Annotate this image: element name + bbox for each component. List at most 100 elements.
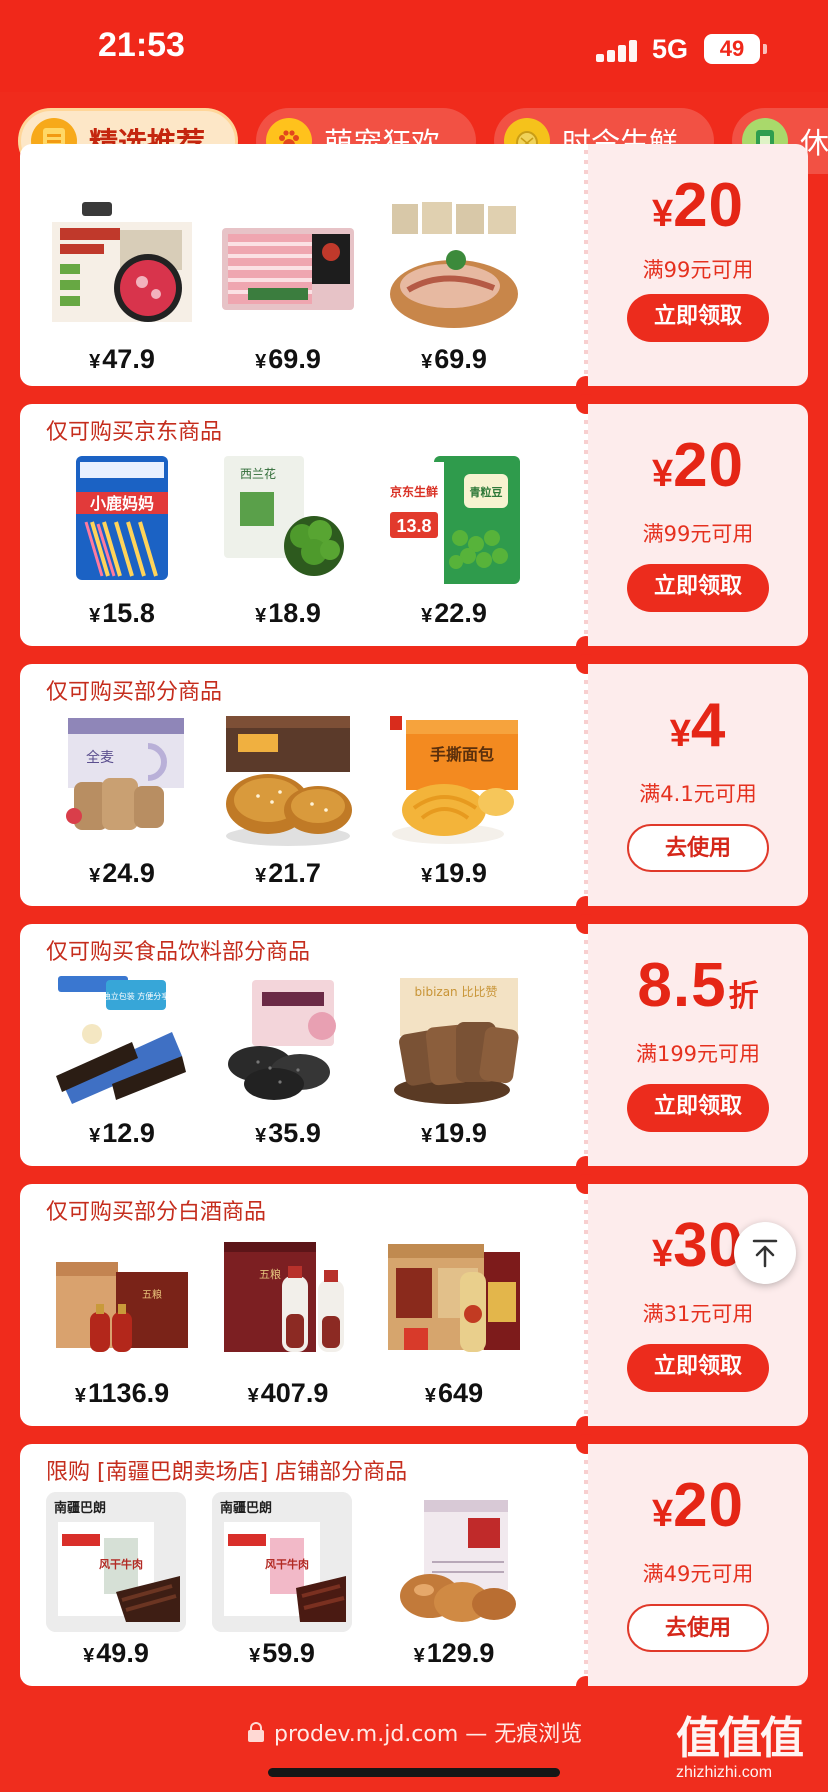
use-button[interactable]: 去使用 xyxy=(627,824,769,872)
product-price: ¥12.9 xyxy=(89,1118,155,1148)
back-to-top-button[interactable] xyxy=(734,1222,796,1284)
use-button[interactable]: 去使用 xyxy=(627,1604,769,1652)
coupon-products-panel: 仅可购买食品饮料部分商品 独立包装 方便分享 ¥12.9 ¥35.9 bibiz… xyxy=(20,924,585,1166)
product-item[interactable]: ¥21.7 xyxy=(218,712,358,906)
product-image-toothbrush[interactable]: 小鹿妈妈 xyxy=(52,452,192,592)
product-pack-text: 五粮 xyxy=(142,1288,162,1301)
product-pack-text: 风干牛肉 xyxy=(99,1557,143,1571)
product-image-whole-wheat-bread[interactable]: 全麦 xyxy=(52,712,192,852)
product-image-bacon[interactable] xyxy=(384,198,524,338)
coupon-amount: ¥20 xyxy=(651,171,745,240)
product-pack-text: 青粒豆 xyxy=(470,485,503,499)
product-price: ¥21.7 xyxy=(255,858,321,888)
product-image-hand-torn-bread[interactable]: 手撕面包 xyxy=(384,712,524,852)
product-price: ¥129.9 xyxy=(413,1638,495,1668)
coupon-condition: 满4.1元可用 xyxy=(639,782,757,806)
product-item[interactable]: ¥69.9 xyxy=(384,198,524,392)
coupon-value-panel: ¥4 满4.1元可用 去使用 xyxy=(588,664,808,906)
product-item[interactable]: 南疆巴朗 风干牛肉 ¥59.9 xyxy=(212,1492,352,1686)
product-image-black-sesame-cakes[interactable] xyxy=(218,972,358,1112)
coupon-condition: 满99元可用 xyxy=(642,258,754,282)
product-pack-text: 风干牛肉 xyxy=(265,1557,309,1571)
coupon-value-panel: ¥20 满99元可用 立即领取 xyxy=(588,404,808,646)
product-item[interactable]: ¥129.9 xyxy=(384,1492,524,1686)
product-image-sesame-pastry[interactable] xyxy=(218,712,358,852)
product-item[interactable]: ¥47.9 xyxy=(52,198,192,392)
product-price: ¥24.9 xyxy=(89,858,155,888)
coupon-card: 仅可购买食品饮料部分商品 独立包装 方便分享 ¥12.9 ¥35.9 bibiz… xyxy=(20,914,808,1176)
product-image-beef-slices[interactable] xyxy=(52,198,192,338)
coupon-card: 限购 [南疆巴朗卖场店] 店铺部分商品 南疆巴朗 风干牛肉 ¥49.9 南疆巴朗… xyxy=(20,1434,808,1696)
network-label: 5G xyxy=(652,34,689,64)
product-item[interactable]: 手撕面包 ¥19.9 xyxy=(384,712,524,906)
product-brand-text: 南疆巴朗 xyxy=(54,1500,106,1516)
lock-icon xyxy=(248,1722,264,1742)
product-brand-text: 小鹿妈妈 xyxy=(90,494,154,513)
product-image-beef-roll[interactable] xyxy=(218,198,358,338)
product-image-dried-beef[interactable]: 南疆巴朗 风干牛肉 xyxy=(46,1492,186,1632)
product-image-green-peas[interactable]: 京东生鲜 13.8 青粒豆 xyxy=(384,452,524,592)
signal-icon xyxy=(596,38,640,62)
coupon-products-panel: 仅可购买京东商品 小鹿妈妈 ¥15.8 西兰花 ¥18.9 京东生鲜 13.8 … xyxy=(20,404,585,646)
coupon-condition: 满99元可用 xyxy=(642,522,754,546)
coupon-scope-label: 仅可购买食品饮料部分商品 xyxy=(46,940,311,965)
home-indicator[interactable] xyxy=(268,1768,560,1777)
product-price: ¥649 xyxy=(424,1378,484,1408)
coupon-products-panel: 仅可购买部分白酒商品 五粮 ¥1136.9 五粮 ¥407.9 ¥649 xyxy=(20,1184,585,1426)
coupon-value-panel: ¥20 满49元可用 去使用 xyxy=(588,1444,808,1686)
address-bar[interactable]: prodev.m.jd.com — 无痕浏览 xyxy=(248,1716,582,1748)
product-image-baijiu-red-box[interactable]: 五粮 xyxy=(218,1232,358,1372)
product-image-baijiu-gift-box[interactable]: 五粮 xyxy=(52,1232,192,1372)
product-image-rye-toast[interactable]: bibizan 比比赞 xyxy=(384,972,524,1112)
status-bar: 21:53 5G 49 xyxy=(0,0,828,92)
product-image-beef-tendon[interactable] xyxy=(384,1492,524,1632)
product-badge-price: 13.8 xyxy=(396,516,431,536)
product-image-baijiu-cases[interactable] xyxy=(384,1232,524,1372)
claim-button[interactable]: 立即领取 xyxy=(627,294,769,342)
coupon-value-panel: ¥20 满99元可用 立即领取 xyxy=(588,144,808,386)
claim-button[interactable]: 立即领取 xyxy=(627,1344,769,1392)
product-brand-text: bibizan 比比赞 xyxy=(415,985,498,999)
product-image-chocolate-wafers[interactable]: 独立包装 方便分享 xyxy=(52,972,192,1112)
product-item[interactable]: 五粮 ¥407.9 xyxy=(218,1232,358,1426)
product-item[interactable]: 南疆巴朗 风干牛肉 ¥49.9 xyxy=(46,1492,186,1686)
product-price: ¥1136.9 xyxy=(74,1378,170,1408)
product-price: ¥35.9 xyxy=(255,1118,321,1148)
coupon-value-panel: 8.5折 满199元可用 立即领取 xyxy=(588,924,808,1166)
arrow-up-icon xyxy=(752,1239,778,1268)
product-item[interactable]: ¥35.9 xyxy=(218,972,358,1166)
product-image-broccoli[interactable]: 西兰花 xyxy=(218,452,358,592)
product-pack-text: 独立包装 方便分享 xyxy=(103,991,170,1001)
product-brand-text: 南疆巴朗 xyxy=(220,1500,272,1516)
product-item[interactable]: 五粮 ¥1136.9 xyxy=(52,1232,192,1426)
coupon-products-panel: ¥47.9 ¥69.9 ¥69.9 xyxy=(20,144,585,386)
coupon-amount: 8.5折 xyxy=(637,951,759,1020)
coupon-amount: ¥4 xyxy=(669,691,727,760)
product-price: ¥15.8 xyxy=(89,598,155,628)
product-pack-text: 五粮 xyxy=(259,1267,281,1281)
browser-bottom-bar: prodev.m.jd.com — 无痕浏览 值值值 zhizhizhi.com xyxy=(0,1690,828,1792)
product-price: ¥69.9 xyxy=(255,344,321,374)
product-item[interactable]: ¥69.9 xyxy=(218,198,358,392)
coupon-amount: ¥20 xyxy=(651,431,745,500)
claim-button[interactable]: 立即领取 xyxy=(627,1084,769,1132)
product-item[interactable]: bibizan 比比赞 ¥19.9 xyxy=(384,972,524,1166)
coupon-scope-label: 仅可购买部分商品 xyxy=(46,680,223,705)
product-item[interactable]: ¥649 xyxy=(384,1232,524,1426)
product-pack-text: 全麦 xyxy=(86,749,114,766)
product-item[interactable]: 独立包装 方便分享 ¥12.9 xyxy=(52,972,192,1166)
status-time: 21:53 xyxy=(98,26,185,64)
product-item[interactable]: 西兰花 ¥18.9 xyxy=(218,452,358,646)
product-price: ¥19.9 xyxy=(421,1118,487,1148)
url-text: prodev.m.jd.com — 无痕浏览 xyxy=(274,1722,583,1747)
coupon-products-panel: 限购 [南疆巴朗卖场店] 店铺部分商品 南疆巴朗 风干牛肉 ¥49.9 南疆巴朗… xyxy=(20,1444,585,1686)
product-item[interactable]: 京东生鲜 13.8 青粒豆 ¥22.9 xyxy=(384,452,524,646)
product-image-dried-beef-2[interactable]: 南疆巴朗 风干牛肉 xyxy=(212,1492,352,1632)
product-pack-text: 手撕面包 xyxy=(430,745,494,764)
product-item[interactable]: 小鹿妈妈 ¥15.8 xyxy=(52,452,192,646)
coupon-condition: 满199元可用 xyxy=(635,1042,761,1066)
claim-button[interactable]: 立即领取 xyxy=(627,564,769,612)
product-item[interactable]: 全麦 ¥24.9 xyxy=(52,712,192,906)
coupon-scope-label: 仅可购买部分白酒商品 xyxy=(46,1200,267,1225)
product-price: ¥49.9 xyxy=(83,1638,149,1668)
